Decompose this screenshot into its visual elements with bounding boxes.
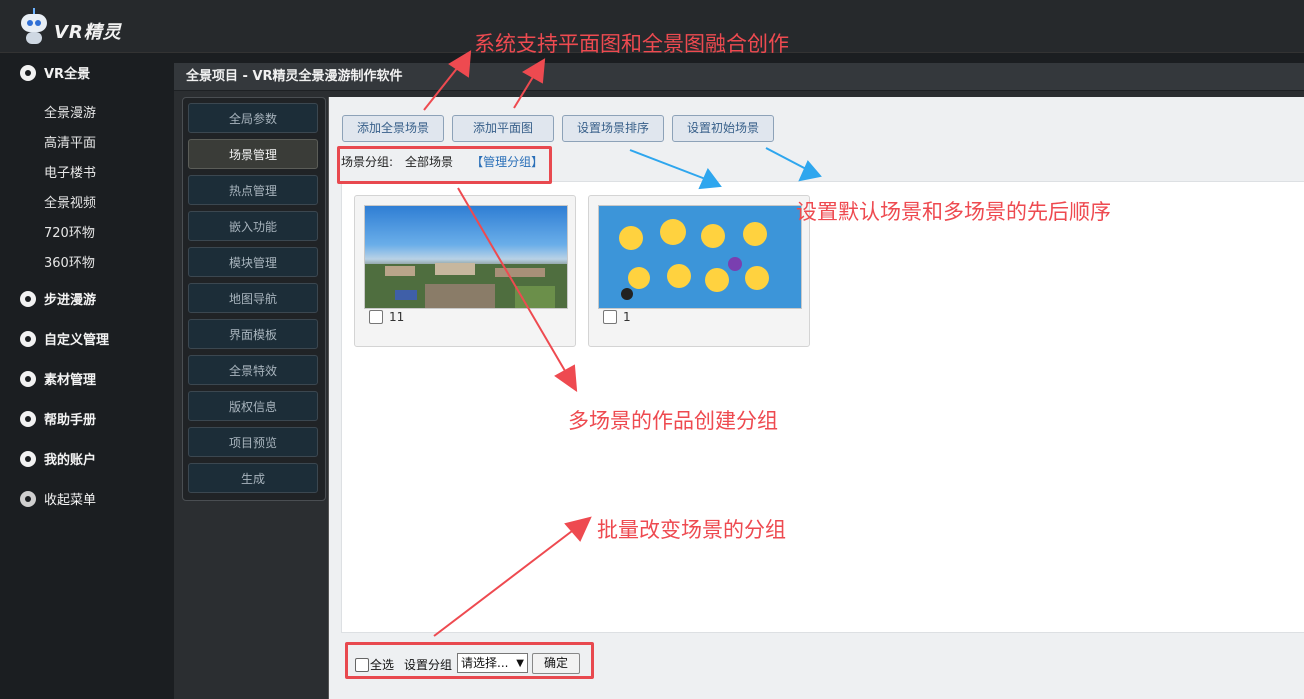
annotation-top: 系统支持平面图和全景图融合创作 bbox=[474, 32, 789, 56]
annotation-arrows bbox=[423, 50, 822, 637]
annotation-batch: 批量改变场景的分组 bbox=[597, 518, 786, 542]
annotation-order: 设置默认场景和多场景的先后顺序 bbox=[796, 200, 1111, 224]
annotation-group: 多场景的作品创建分组 bbox=[568, 409, 778, 433]
